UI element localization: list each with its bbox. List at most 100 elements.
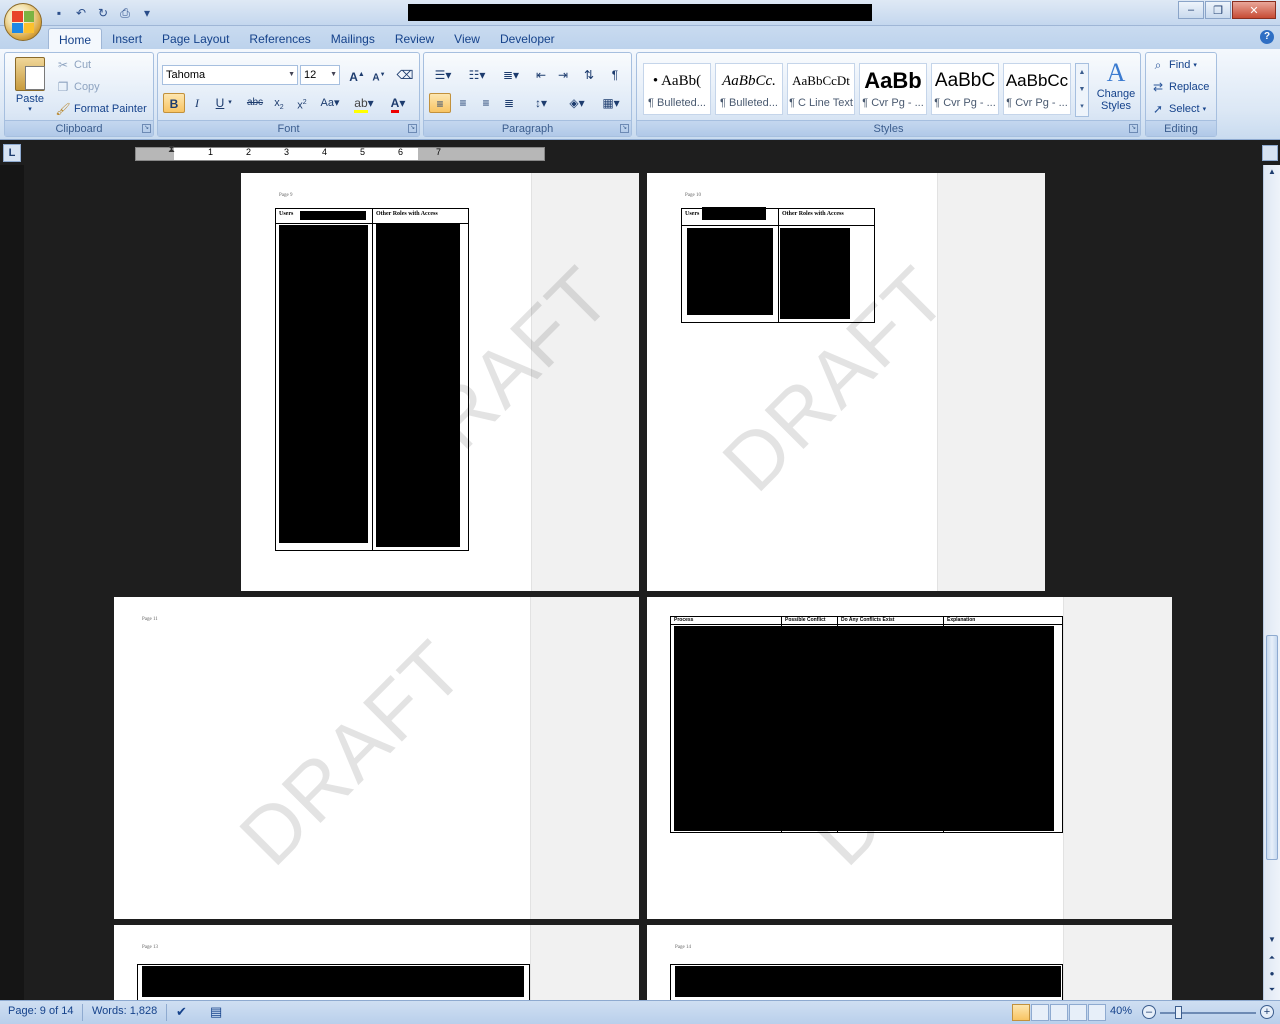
- undo-icon[interactable]: ↶: [72, 4, 90, 22]
- tab-references[interactable]: References: [239, 28, 320, 50]
- previous-page-icon[interactable]: ⏶: [1266, 951, 1278, 965]
- cut-button[interactable]: ✂ Cut: [55, 55, 91, 75]
- close-button[interactable]: ✕: [1232, 1, 1276, 19]
- page-number-label: Page 11: [142, 617, 158, 622]
- scroll-down-icon[interactable]: ▼: [1266, 933, 1278, 947]
- underline-dropdown-icon[interactable]: ▾: [224, 93, 236, 113]
- indent-marker-icon[interactable]: ⧗: [168, 144, 175, 155]
- vertical-scrollbar[interactable]: ▲ ▼ ⏶ ● ⏷: [1263, 165, 1280, 1000]
- customize-qat-icon[interactable]: ▾: [138, 4, 156, 22]
- paragraph-launcher-icon[interactable]: ↘: [620, 124, 629, 133]
- page-count-status[interactable]: Page: 9 of 14: [8, 1005, 73, 1017]
- page-9[interactable]: Page 9 DRAFT Users Other Roles with Acce…: [241, 173, 639, 591]
- tab-insert[interactable]: Insert: [102, 28, 152, 50]
- font-color-button[interactable]: A▾: [384, 93, 412, 113]
- style-cvr-pg-2[interactable]: AaBbC ¶ Cvr Pg - ...: [931, 63, 999, 115]
- tab-home[interactable]: Home: [48, 28, 103, 50]
- superscript-button[interactable]: x2: [291, 93, 313, 113]
- page-13[interactable]: Page 13: [114, 925, 639, 1000]
- align-right-button[interactable]: ≡: [475, 93, 497, 113]
- browse-object-icon[interactable]: ●: [1266, 967, 1278, 981]
- horizontal-ruler[interactable]: 1 2 3 4 5 6 7 ⧗: [135, 144, 545, 161]
- scrollbar-thumb[interactable]: [1266, 635, 1278, 860]
- tab-review[interactable]: Review: [385, 28, 444, 50]
- font-launcher-icon[interactable]: ↘: [408, 124, 417, 133]
- view-ruler-icon[interactable]: [1262, 145, 1278, 161]
- justify-button[interactable]: ≣: [498, 93, 520, 113]
- find-button[interactable]: ⌕ Find ▾: [1150, 55, 1197, 75]
- paste-button[interactable]: Paste ▾: [9, 55, 51, 117]
- italic-button[interactable]: I: [186, 93, 208, 113]
- macro-record-icon[interactable]: ▤: [210, 1004, 222, 1020]
- zoom-slider-thumb[interactable]: [1175, 1006, 1182, 1019]
- styles-launcher-icon[interactable]: ↘: [1129, 124, 1138, 133]
- print-layout-view-button[interactable]: [1012, 1004, 1030, 1021]
- restore-button[interactable]: ❐: [1205, 1, 1231, 19]
- shading-button[interactable]: ◈▾: [562, 93, 592, 113]
- change-case-button[interactable]: Aa▾: [316, 93, 344, 113]
- style-bulleted-1[interactable]: • AaBb( ¶ Bulleted...: [643, 63, 711, 115]
- font-size-combo[interactable]: 12 ▼: [300, 65, 340, 85]
- bullets-button[interactable]: ☰▾: [428, 65, 458, 85]
- proofing-icon[interactable]: ✔: [176, 1004, 187, 1020]
- shrink-font-button[interactable]: A▼: [368, 65, 390, 85]
- style-bulleted-2[interactable]: AaBbCc. ¶ Bulleted...: [715, 63, 783, 115]
- full-screen-reading-button[interactable]: [1031, 1004, 1049, 1021]
- borders-button[interactable]: ▦▾: [596, 93, 626, 113]
- bold-button[interactable]: B: [163, 93, 185, 113]
- multilevel-list-button[interactable]: ≣▾: [496, 65, 526, 85]
- find-label: Find: [1169, 59, 1191, 71]
- show-formatting-button[interactable]: ¶: [604, 65, 626, 85]
- clear-formatting-icon[interactable]: ⌫: [394, 65, 416, 85]
- page-12[interactable]: DRAFT Process Possible Conflict Do Any C…: [647, 597, 1172, 919]
- page-10[interactable]: Page 10 DRAFT Users Other Roles with Acc…: [647, 173, 1045, 591]
- align-left-button[interactable]: ≡: [429, 93, 451, 113]
- subscript-button[interactable]: x2: [268, 93, 290, 113]
- clipboard-launcher-icon[interactable]: ↘: [142, 124, 151, 133]
- decrease-indent-button[interactable]: ⇤: [530, 65, 552, 85]
- zoom-in-icon[interactable]: +: [1260, 1005, 1274, 1019]
- tab-view[interactable]: View: [444, 28, 490, 50]
- grow-font-button[interactable]: A▲: [346, 65, 368, 85]
- copy-button[interactable]: ❐ Copy: [55, 77, 100, 97]
- outline-view-button[interactable]: [1069, 1004, 1087, 1021]
- change-styles-button[interactable]: A Change Styles: [1093, 55, 1139, 115]
- scroll-up-icon[interactable]: ▲: [1266, 165, 1278, 179]
- sort-button[interactable]: ⇅: [578, 65, 600, 85]
- strikethrough-button[interactable]: abc: [244, 93, 266, 113]
- print-preview-icon[interactable]: ⎙: [116, 4, 134, 22]
- tab-selector-icon[interactable]: L: [3, 144, 21, 162]
- numbering-button[interactable]: ☷▾: [462, 65, 492, 85]
- font-name-combo[interactable]: Tahoma ▼: [162, 65, 298, 85]
- style-cvr-pg-3[interactable]: AaBbCc ¶ Cvr Pg - ...: [1003, 63, 1071, 115]
- chevron-down-icon: ▼: [330, 71, 337, 78]
- tab-developer[interactable]: Developer: [490, 28, 565, 50]
- redo-icon[interactable]: ↻: [94, 4, 112, 22]
- format-painter-button[interactable]: 🖌 Format Painter: [55, 99, 146, 119]
- office-button[interactable]: [4, 3, 42, 41]
- tab-mailings[interactable]: Mailings: [321, 28, 385, 50]
- draft-view-button[interactable]: [1088, 1004, 1106, 1021]
- highlight-button[interactable]: ab▾: [350, 93, 378, 113]
- style-c-line-text[interactable]: AaBbCcDt ¶ C Line Text: [787, 63, 855, 115]
- help-icon[interactable]: ?: [1260, 30, 1274, 44]
- line-spacing-button[interactable]: ↕▾: [526, 93, 556, 113]
- zoom-level[interactable]: 40%: [1110, 1005, 1132, 1017]
- document-area[interactable]: Page 9 DRAFT Users Other Roles with Acce…: [0, 165, 1263, 1000]
- replace-button[interactable]: ⇄ Replace: [1150, 77, 1209, 97]
- save-icon[interactable]: ▪: [50, 4, 68, 22]
- left-gutter: [0, 165, 24, 1000]
- style-cvr-pg-1[interactable]: AaBb ¶ Cvr Pg - ...: [859, 63, 927, 115]
- page-14[interactable]: Page 14: [647, 925, 1172, 1000]
- minimize-button[interactable]: –: [1178, 1, 1204, 19]
- zoom-out-icon[interactable]: –: [1142, 1005, 1156, 1019]
- styles-gallery-scroll[interactable]: ▲ ▼ ▾: [1075, 63, 1089, 117]
- select-button[interactable]: ➚ Select ▾: [1150, 99, 1206, 119]
- increase-indent-button[interactable]: ⇥: [552, 65, 574, 85]
- word-count-status[interactable]: Words: 1,828: [92, 1005, 157, 1017]
- next-page-icon[interactable]: ⏷: [1266, 983, 1278, 997]
- align-center-button[interactable]: ≡: [452, 93, 474, 113]
- tab-page-layout[interactable]: Page Layout: [152, 28, 239, 50]
- page-11[interactable]: Page 11 DRAFT: [114, 597, 639, 919]
- web-layout-button[interactable]: [1050, 1004, 1068, 1021]
